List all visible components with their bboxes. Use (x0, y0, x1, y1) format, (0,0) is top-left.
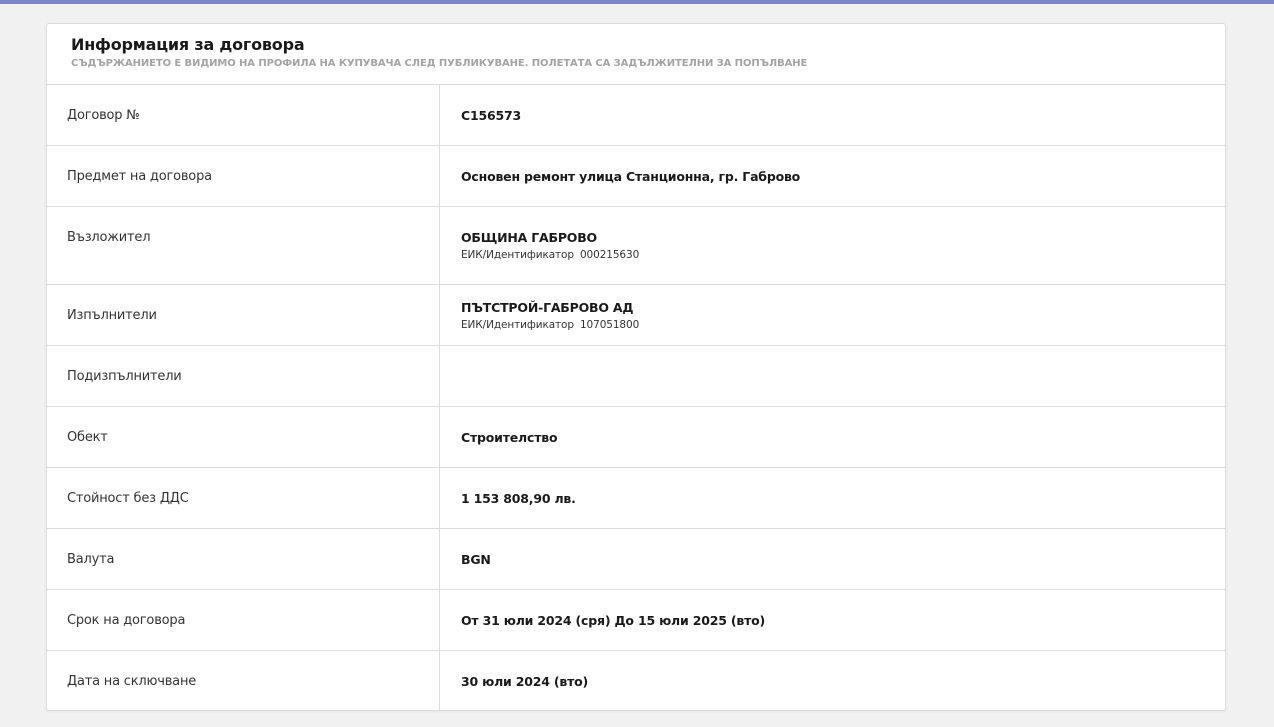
row-label: Предмет на договора (47, 146, 440, 206)
card-title: Информация за договора (71, 35, 305, 54)
row-label: Изпълнители (47, 285, 440, 345)
id-value: 000215630 (579, 249, 640, 261)
row-value: BGN (440, 529, 1225, 589)
contractor-id: ЕИК/Идентификатор 107051800 (461, 319, 1225, 331)
row-signing-date: Дата на сключване 30 юли 2024 (вто) (47, 651, 1225, 710)
row-value: 1 153 808,90 лв. (440, 468, 1225, 528)
card-subtitle: СЪДЪРЖАНИЕТО Е ВИДИМО НА ПРОФИЛА НА КУПУ… (71, 58, 808, 69)
row-label: Дата на сключване (47, 651, 440, 710)
row-contractors: Изпълнители ПЪТСТРОЙ-ГАБРОВО АД ЕИК/Иден… (47, 285, 1225, 346)
contract-info-card: Информация за договора СЪДЪРЖАНИЕТО Е ВИ… (46, 23, 1226, 711)
id-label: ЕИК/Идентификатор (461, 249, 574, 261)
row-label: Стойност без ДДС (47, 468, 440, 528)
row-term: Срок на договора От 31 юли 2024 (сря) До… (47, 590, 1225, 651)
row-value: Строителство (440, 407, 1225, 467)
row-label: Валута (47, 529, 440, 589)
id-label: ЕИК/Идентификатор (461, 318, 574, 331)
row-label: Възложител (47, 207, 440, 284)
row-value: C156573 (440, 85, 1225, 145)
row-currency: Валута BGN (47, 529, 1225, 590)
row-subcontractors: Подизпълнители (47, 346, 1225, 407)
subject-value: Основен ремонт улица Станционна, гр. Габ… (461, 168, 801, 184)
top-accent-bar (0, 0, 1274, 4)
row-label: Срок на договора (47, 590, 440, 650)
row-value: Основен ремонт улица Станционна, гр. Габ… (440, 146, 1225, 206)
row-value-without-vat: Стойност без ДДС 1 153 808,90 лв. (47, 468, 1225, 529)
row-value: От 31 юли 2024 (сря) До 15 юли 2025 (вто… (440, 590, 1225, 650)
row-label: Договор № (47, 85, 440, 145)
term-value: От 31 юли 2024 (сря) До 15 юли 2025 (вто… (461, 612, 766, 628)
row-subject: Предмет на договора Основен ремонт улица… (47, 146, 1225, 207)
id-value: 107051800 (579, 318, 640, 331)
row-object: Обект Строителство (47, 407, 1225, 468)
signing-date-value: 30 юли 2024 (вто) (461, 674, 589, 689)
currency-value: BGN (461, 551, 491, 567)
row-value: ПЪТСТРОЙ-ГАБРОВО АД ЕИК/Идентификатор 107… (440, 285, 1225, 345)
assignor-id: ЕИК/Идентификатор 000215630 (461, 249, 1225, 261)
contractor-name: ПЪТСТРОЙ-ГАБРОВО АД (461, 299, 634, 315)
row-value: ОБЩИНА ГАБРОВО ЕИК/Идентификатор 00021563… (440, 207, 1225, 284)
row-value: 30 юли 2024 (вто) (440, 651, 1225, 710)
row-value (440, 346, 1225, 406)
contract-number-value: C156573 (461, 107, 521, 123)
object-value: Строителство (461, 429, 558, 445)
row-assignor: Възложител ОБЩИНА ГАБРОВО ЕИК/Идентифика… (47, 207, 1225, 285)
row-label: Обект (47, 407, 440, 467)
row-contract-number: Договор № C156573 (47, 85, 1225, 146)
amount-value: 1 153 808,90 лв. (461, 490, 576, 506)
assignor-name: ОБЩИНА ГАБРОВО (461, 230, 597, 245)
card-header: Информация за договора СЪДЪРЖАНИЕТО Е ВИ… (47, 24, 1225, 85)
row-label: Подизпълнители (47, 346, 440, 406)
